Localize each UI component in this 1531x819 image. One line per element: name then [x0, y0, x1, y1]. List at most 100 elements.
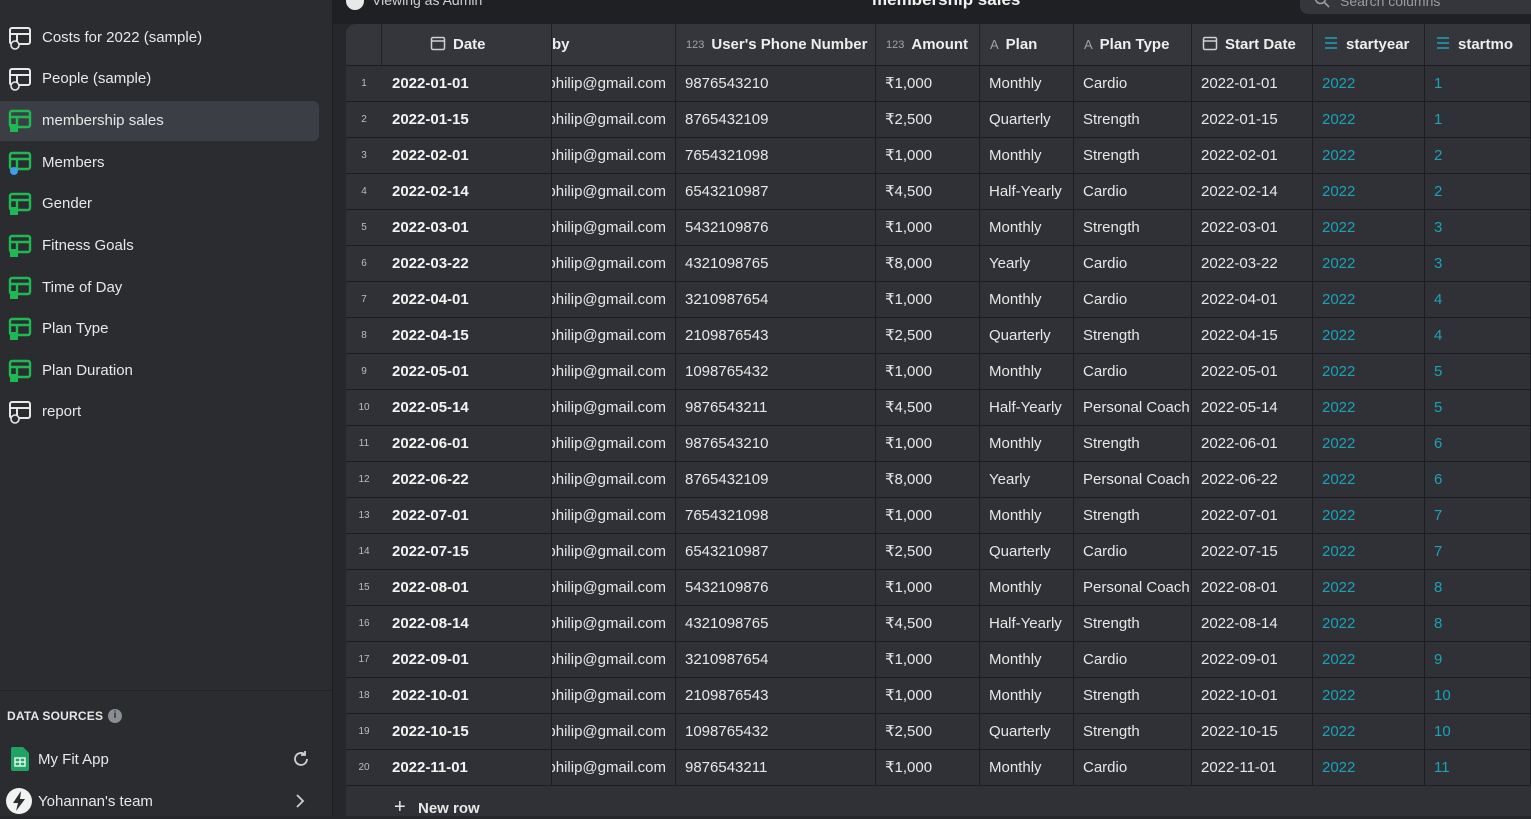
cell-email[interactable]: philip@gmail.com: [552, 174, 676, 209]
sidebar-item-plan-duration[interactable]: Plan Duration: [0, 351, 319, 391]
table-row[interactable]: 9 2022-05-01 philip@gmail.com 1098765432 ₹1,…: [346, 354, 1531, 390]
cell-start-date[interactable]: 2022-01-15: [1192, 102, 1313, 137]
cell-startyear[interactable]: 2022: [1313, 102, 1425, 137]
column-header-plan[interactable]: A Plan: [980, 24, 1074, 65]
cell-plan[interactable]: Half-Yearly: [980, 390, 1074, 425]
cell-plan[interactable]: Yearly: [980, 246, 1074, 281]
cell-amount[interactable]: ₹1,000: [876, 642, 980, 677]
cell-startyear[interactable]: 2022: [1313, 678, 1425, 713]
cell-start-date[interactable]: 2022-01-01: [1192, 66, 1313, 101]
sidebar-item-costs-for-2022-sample[interactable]: Costs for 2022 (sample): [0, 18, 319, 58]
table-row[interactable]: 13 2022-07-01 philip@gmail.com 7654321098 ₹1…: [346, 498, 1531, 534]
cell-amount[interactable]: ₹1,000: [876, 426, 980, 461]
table-row[interactable]: 17 2022-09-01 philip@gmail.com 3210987654 ₹1…: [346, 642, 1531, 678]
column-header-plan-type[interactable]: A Plan Type: [1074, 24, 1192, 65]
cell-plan-type[interactable]: Strength: [1074, 318, 1192, 353]
table-row[interactable]: 1 2022-01-01 philip@gmail.com 9876543210 ₹1,…: [346, 66, 1531, 102]
cell-email[interactable]: philip@gmail.com: [552, 678, 676, 713]
cell-startmonth[interactable]: 11: [1425, 750, 1531, 785]
cell-amount[interactable]: ₹1,000: [876, 678, 980, 713]
cell-startyear[interactable]: 2022: [1313, 498, 1425, 533]
cell-startyear[interactable]: 2022: [1313, 714, 1425, 749]
cell-plan-type[interactable]: Cardio: [1074, 642, 1192, 677]
table-row[interactable]: 19 2022-10-15 philip@gmail.com 1098765432 ₹2…: [346, 714, 1531, 750]
sidebar-item-members[interactable]: Members: [0, 143, 319, 183]
sidebar-item-fitness-goals[interactable]: Fitness Goals: [0, 226, 319, 266]
team-switcher[interactable]: Yohannan's team: [0, 786, 332, 816]
cell-start-date[interactable]: 2022-02-14: [1192, 174, 1313, 209]
cell-plan[interactable]: Yearly: [980, 462, 1074, 497]
table-row[interactable]: 6 2022-03-22 philip@gmail.com 4321098765 ₹8,…: [346, 246, 1531, 282]
cell-plan[interactable]: Quarterly: [980, 102, 1074, 137]
cell-email[interactable]: philip@gmail.com: [552, 642, 676, 677]
cell-plan-type[interactable]: Cardio: [1074, 66, 1192, 101]
data-source-item[interactable]: My Fit App: [0, 744, 332, 776]
column-header-startmo[interactable]: startmo: [1425, 24, 1531, 65]
column-header-startyear[interactable]: startyear: [1313, 24, 1425, 65]
cell-plan-type[interactable]: Personal Coach: [1074, 570, 1192, 605]
cell-email[interactable]: philip@gmail.com: [552, 606, 676, 641]
table-row[interactable]: 5 2022-03-01 philip@gmail.com 5432109876 ₹1,…: [346, 210, 1531, 246]
cell-email[interactable]: philip@gmail.com: [552, 318, 676, 353]
table-row[interactable]: 12 2022-06-22 philip@gmail.com 8765432109 ₹8…: [346, 462, 1531, 498]
cell-phone[interactable]: 2109876543: [676, 678, 876, 713]
column-header-date[interactable]: Date: [382, 24, 552, 65]
cell-start-date[interactable]: 2022-10-15: [1192, 714, 1313, 749]
cell-amount[interactable]: ₹1,000: [876, 138, 980, 173]
table-row[interactable]: 10 2022-05-14 philip@gmail.com 9876543211 ₹4…: [346, 390, 1531, 426]
cell-plan-type[interactable]: Personal Coach: [1074, 462, 1192, 497]
cell-start-date[interactable]: 2022-05-14: [1192, 390, 1313, 425]
table-row[interactable]: 14 2022-07-15 philip@gmail.com 6543210987 ₹2…: [346, 534, 1531, 570]
cell-startmonth[interactable]: 9: [1425, 642, 1531, 677]
cell-phone[interactable]: 9876543211: [676, 390, 876, 425]
cell-plan-type[interactable]: Strength: [1074, 426, 1192, 461]
cell-phone[interactable]: 9876543211: [676, 750, 876, 785]
cell-plan[interactable]: Quarterly: [980, 534, 1074, 569]
cell-startmonth[interactable]: 8: [1425, 606, 1531, 641]
cell-startmonth[interactable]: 7: [1425, 534, 1531, 569]
sidebar-item-membership-sales[interactable]: membership sales: [0, 101, 319, 141]
cell-start-date[interactable]: 2022-06-22: [1192, 462, 1313, 497]
cell-startmonth[interactable]: 10: [1425, 714, 1531, 749]
table-row[interactable]: 16 2022-08-14 philip@gmail.com 4321098765 ₹4…: [346, 606, 1531, 642]
cell-plan-type[interactable]: Strength: [1074, 498, 1192, 533]
cell-startyear[interactable]: 2022: [1313, 462, 1425, 497]
cell-plan[interactable]: Quarterly: [980, 714, 1074, 749]
viewing-as[interactable]: Viewing as Admin: [346, 0, 482, 11]
cell-plan-type[interactable]: Cardio: [1074, 246, 1192, 281]
cell-phone[interactable]: 8765432109: [676, 102, 876, 137]
cell-plan-type[interactable]: Strength: [1074, 678, 1192, 713]
cell-plan-type[interactable]: Strength: [1074, 138, 1192, 173]
cell-plan[interactable]: Monthly: [980, 642, 1074, 677]
cell-phone[interactable]: 8765432109: [676, 462, 876, 497]
cell-phone[interactable]: 1098765432: [676, 354, 876, 389]
table-row[interactable]: 18 2022-10-01 philip@gmail.com 2109876543 ₹1…: [346, 678, 1531, 714]
cell-startmonth[interactable]: 5: [1425, 354, 1531, 389]
cell-plan-type[interactable]: Strength: [1074, 606, 1192, 641]
cell-email[interactable]: philip@gmail.com: [552, 498, 676, 533]
cell-plan[interactable]: Monthly: [980, 426, 1074, 461]
cell-startmonth[interactable]: 1: [1425, 102, 1531, 137]
cell-startmonth[interactable]: 8: [1425, 570, 1531, 605]
cell-startyear[interactable]: 2022: [1313, 282, 1425, 317]
cell-startmonth[interactable]: 2: [1425, 138, 1531, 173]
cell-plan-type[interactable]: Strength: [1074, 102, 1192, 137]
cell-phone[interactable]: 7654321098: [676, 138, 876, 173]
cell-phone[interactable]: 9876543210: [676, 426, 876, 461]
column-header-start-date[interactable]: Start Date: [1192, 24, 1313, 65]
cell-email[interactable]: philip@gmail.com: [552, 714, 676, 749]
cell-plan[interactable]: Monthly: [980, 138, 1074, 173]
info-icon[interactable]: i: [108, 709, 122, 723]
cell-amount[interactable]: ₹2,500: [876, 534, 980, 569]
cell-amount[interactable]: ₹1,000: [876, 66, 980, 101]
cell-plan[interactable]: Monthly: [980, 210, 1074, 245]
cell-plan[interactable]: Quarterly: [980, 318, 1074, 353]
column-header-amount[interactable]: 123 Amount: [876, 24, 980, 65]
cell-email[interactable]: philip@gmail.com: [552, 354, 676, 389]
sidebar-item-gender[interactable]: Gender: [0, 184, 319, 224]
cell-start-date[interactable]: 2022-02-01: [1192, 138, 1313, 173]
cell-start-date[interactable]: 2022-08-01: [1192, 570, 1313, 605]
cell-plan[interactable]: Monthly: [980, 354, 1074, 389]
cell-amount[interactable]: ₹4,500: [876, 174, 980, 209]
cell-startmonth[interactable]: 2: [1425, 174, 1531, 209]
